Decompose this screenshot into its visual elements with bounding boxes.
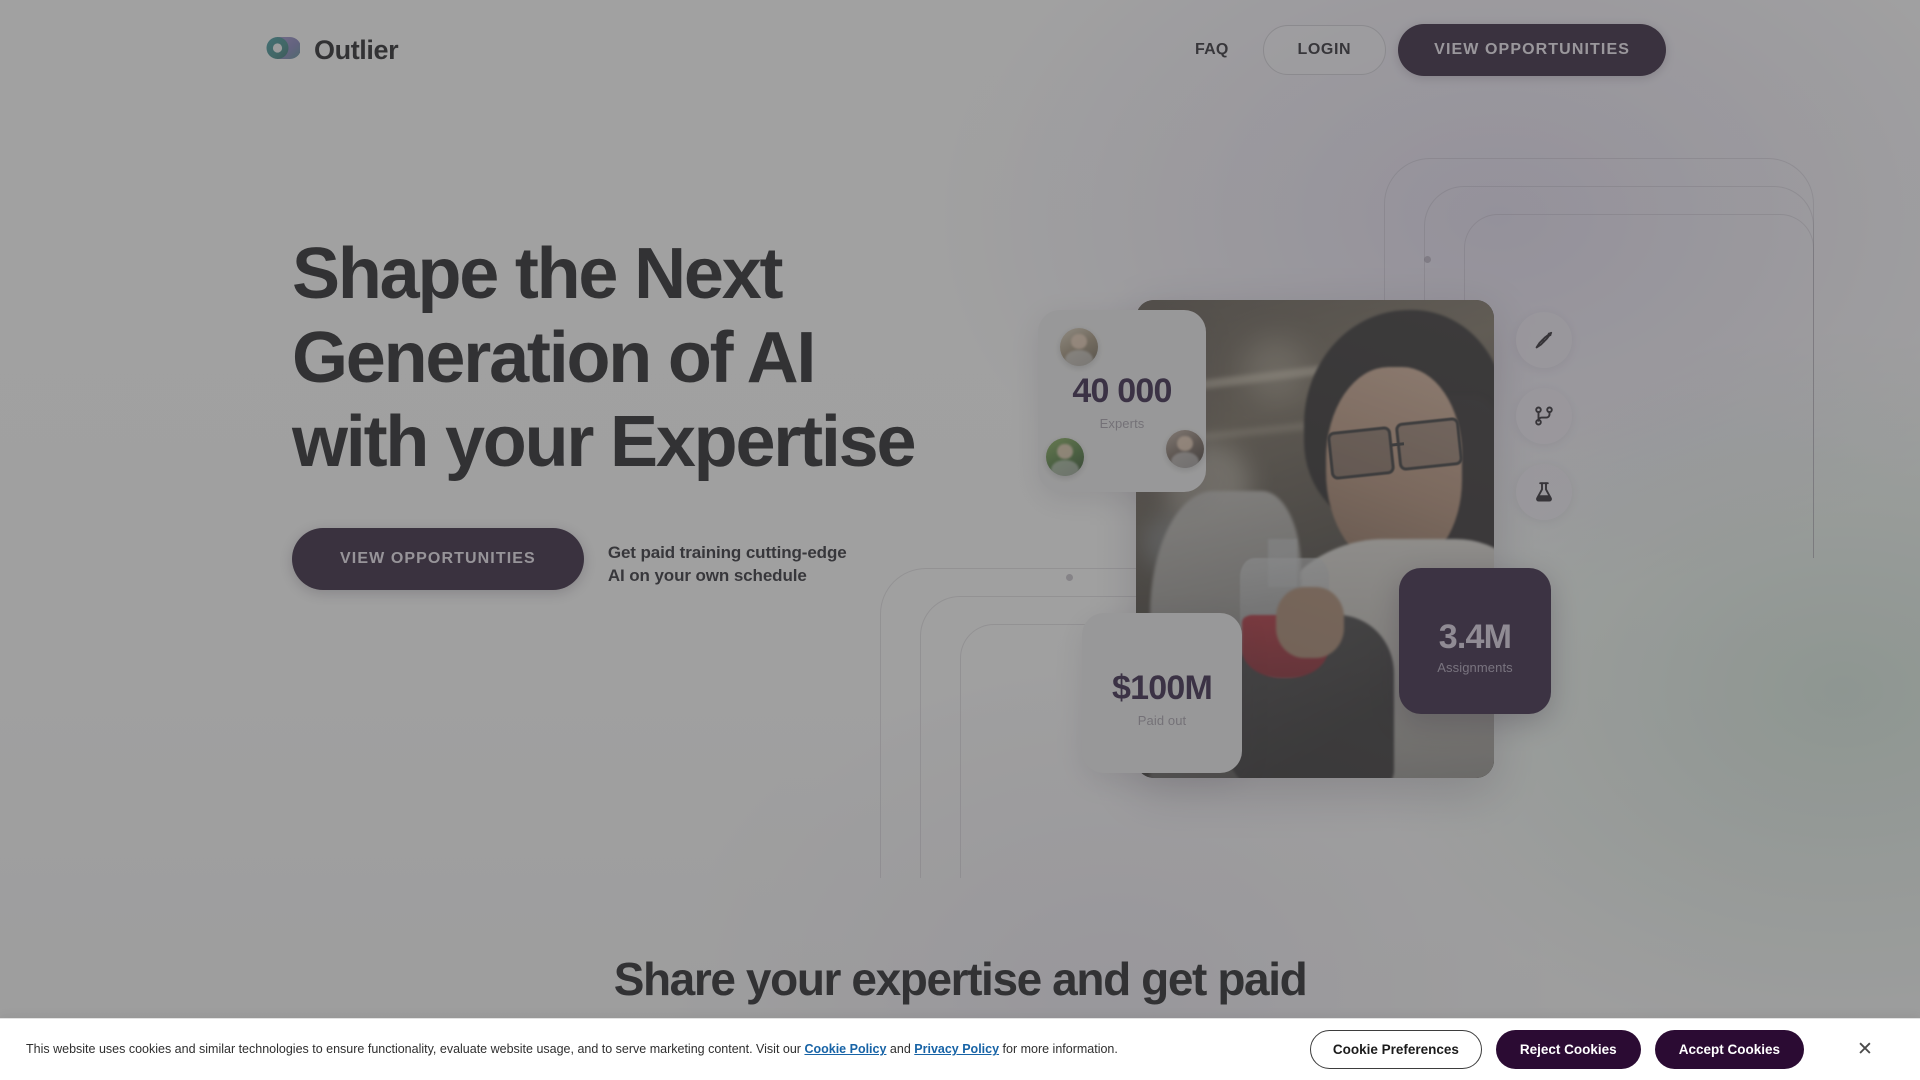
avatar <box>1046 438 1084 476</box>
nav-login-button[interactable]: LOGIN <box>1262 25 1387 75</box>
stat-card-experts: 40 000 Experts <box>1038 310 1206 492</box>
hero-copy: Shape the Next Generation of AI with you… <box>292 232 992 485</box>
stat-value-paid-out: $100M <box>1112 669 1213 707</box>
pen-nib-icon <box>1532 328 1556 352</box>
page-root: Outlier FAQ LOGIN VIEW OPPORTUNITIES Sha… <box>0 0 1920 1080</box>
nav-faq-link[interactable]: FAQ <box>1173 29 1251 71</box>
stat-value-experts: 40 000 <box>1072 372 1172 410</box>
page-title: Shape the Next Generation of AI with you… <box>292 234 917 483</box>
hero-view-opportunities-button[interactable]: VIEW OPPORTUNITIES <box>292 528 584 590</box>
cookie-consent-banner: This website uses cookies and similar te… <box>0 1018 1920 1080</box>
decorative-dot-top <box>1424 256 1431 263</box>
avatar <box>1060 328 1098 366</box>
hero-section: Shape the Next Generation of AI with you… <box>0 0 1920 900</box>
privacy-policy-link[interactable]: Privacy Policy <box>914 1042 999 1056</box>
rail-button-coding[interactable] <box>1516 388 1572 444</box>
stat-card-paid-out: $100M Paid out <box>1082 613 1242 773</box>
stat-card-assignments: 3.4M Assignments <box>1399 568 1551 714</box>
next-section: Share your expertise and get paid <box>0 952 1920 1006</box>
rail-button-science[interactable] <box>1516 464 1572 520</box>
next-section-title: Share your expertise and get paid <box>613 953 1308 1005</box>
decorative-dot-bottom <box>1066 574 1073 581</box>
git-branch-icon <box>1532 404 1556 428</box>
stat-label-assignments: Assignments <box>1437 660 1513 675</box>
nav-actions: FAQ LOGIN VIEW OPPORTUNITIES <box>1173 24 1872 76</box>
cookie-text-after: for more information. <box>1002 1042 1118 1057</box>
brand-name: Outlier <box>314 34 399 65</box>
stat-label-paid-out: Paid out <box>1137 713 1187 728</box>
stat-label-experts: Experts <box>1099 416 1145 431</box>
outlier-ring-logo-icon <box>264 32 301 68</box>
top-navigation-bar: Outlier FAQ LOGIN VIEW OPPORTUNITIES <box>0 0 1920 100</box>
cookie-text-before: This website uses cookies and similar te… <box>26 1042 801 1057</box>
accept-cookies-button[interactable]: Accept Cookies <box>1654 1030 1804 1069</box>
flask-icon <box>1532 480 1556 504</box>
close-icon[interactable]: ✕ <box>1852 1037 1878 1063</box>
hero-subtitle: Get paid training cutting-edge AI on you… <box>607 543 847 585</box>
category-icon-rail <box>1516 312 1572 540</box>
nav-view-opportunities-button[interactable]: VIEW OPPORTUNITIES <box>1398 24 1666 76</box>
cookie-banner-actions: Cookie Preferences Reject Cookies Accept… <box>1309 1030 1894 1069</box>
cookie-text-conjunction: and <box>889 1042 911 1057</box>
cookie-preferences-button[interactable]: Cookie Preferences <box>1309 1030 1482 1069</box>
avatar <box>1166 430 1204 468</box>
brand-logo[interactable]: Outlier <box>264 32 399 68</box>
reject-cookies-button[interactable]: Reject Cookies <box>1495 1030 1641 1069</box>
hero-cta-row: VIEW OPPORTUNITIES Get paid training cut… <box>292 528 847 590</box>
cookie-policy-link[interactable]: Cookie Policy <box>804 1042 886 1056</box>
rail-button-writing[interactable] <box>1516 312 1572 368</box>
stat-value-assignments: 3.4M <box>1438 618 1512 656</box>
cookie-banner-text: This website uses cookies and similar te… <box>26 1040 1118 1058</box>
